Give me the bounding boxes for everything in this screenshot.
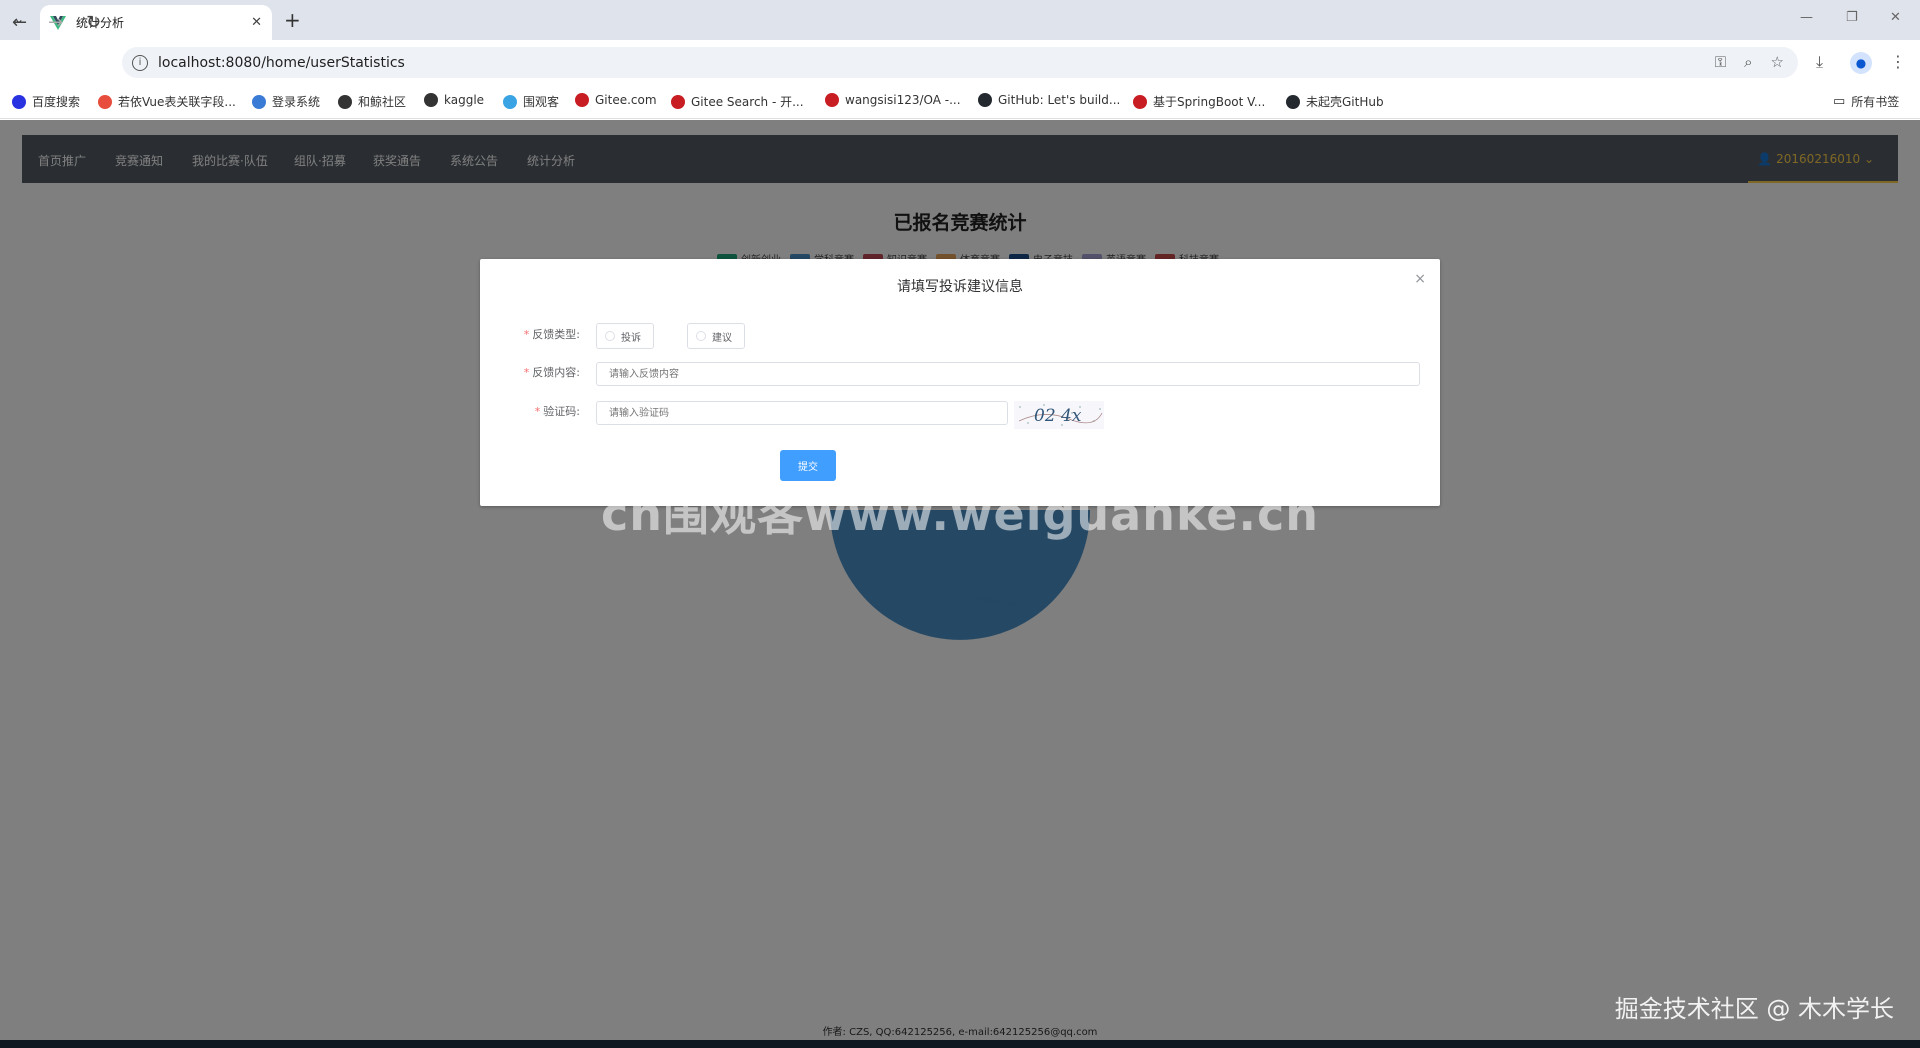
feedback-content-input[interactable] — [596, 362, 1420, 386]
dialog-close-icon[interactable]: × — [1414, 271, 1426, 287]
restore-icon[interactable]: ❐ — [1846, 10, 1858, 25]
menu-kebab-icon[interactable]: ⋮ — [1890, 52, 1906, 71]
content-label-text: 反馈内容: — [532, 366, 580, 379]
bookmark-favicon-icon — [252, 94, 266, 109]
site-info-icon[interactable]: i — [132, 54, 148, 71]
bookmark-item[interactable]: 百度搜索 — [12, 93, 80, 110]
folder-icon: ▭ — [1833, 94, 1846, 109]
download-icon[interactable]: ⤓ — [1816, 52, 1823, 72]
content-label: * 反馈内容: — [523, 366, 580, 379]
bookmark-favicon-icon — [424, 93, 438, 107]
radio-complaint[interactable]: 投诉 — [596, 323, 654, 349]
bookmark-label: 未起壳GitHub — [1306, 95, 1384, 109]
forward-icon[interactable]: → — [48, 12, 63, 33]
tab-strip: ⌄ 统计分析 ✕ + — ❐ ✕ — [0, 0, 1920, 40]
radio-circle-icon — [696, 331, 706, 341]
bookmark-label: 基于SpringBoot V... — [1153, 95, 1266, 109]
bookmark-label: Gitee Search - 开... — [691, 95, 804, 109]
captcha-label-text: 验证码: — [543, 405, 580, 418]
submit-button[interactable]: 提交 — [780, 450, 836, 481]
bookmark-favicon-icon — [575, 93, 589, 107]
feedback-dialog: 请填写投诉建议信息 × *反馈类型: 投诉 建议 *反馈内容: *验证码: 02… — [480, 259, 1440, 506]
radio-suggestion-label: 建议 — [712, 332, 732, 344]
bookmark-favicon-icon — [671, 94, 685, 109]
address-bar[interactable]: i localhost:8080/home/userStatistics ⚿ ⌕… — [122, 47, 1798, 78]
bookmark-label: kaggle — [444, 93, 485, 107]
radio-suggestion[interactable]: 建议 — [687, 323, 745, 349]
corner-watermark: 掘金技术社区 @ 木木学长 — [1614, 995, 1894, 1023]
bookmark-item[interactable]: wangsisi123/OA -... — [825, 93, 961, 107]
captcha-label: * 验证码: — [534, 405, 580, 418]
radio-complaint-label: 投诉 — [621, 332, 641, 344]
bookmark-favicon-icon — [338, 94, 352, 109]
tab-title: 统计分析 — [76, 16, 125, 30]
dialog-title: 请填写投诉建议信息 — [897, 279, 1023, 295]
captcha-text: 02 4x — [1034, 406, 1082, 426]
active-tab[interactable]: 统计分析 ✕ — [40, 5, 272, 40]
bookmark-favicon-icon — [12, 94, 26, 109]
url-text[interactable]: localhost:8080/home/userStatistics — [158, 55, 405, 71]
profile-avatar-icon[interactable]: ● — [1850, 52, 1872, 74]
bookmark-favicon-icon — [503, 94, 517, 109]
captcha-input[interactable] — [596, 401, 1008, 425]
captcha-image[interactable]: 02 4x — [1014, 401, 1104, 429]
bookmark-favicon-icon — [978, 93, 992, 107]
type-label-text: 反馈类型: — [532, 328, 580, 341]
bookmark-favicon-icon — [1133, 94, 1147, 109]
center-watermark: cn围观客www.weiguanke.cn — [600, 487, 1319, 541]
bookmark-favicon-icon — [1286, 94, 1300, 109]
bookmark-item[interactable]: 若依Vue表关联字段... — [98, 93, 236, 110]
back-icon[interactable]: ← — [12, 12, 27, 33]
window-close-icon[interactable]: ✕ — [1890, 10, 1901, 25]
bookmark-label: 和鲸社区 — [358, 95, 407, 109]
password-key-icon[interactable]: ⚿ — [1715, 53, 1726, 71]
bookmark-label: Gitee.com — [595, 93, 657, 107]
bookmark-item[interactable]: 基于SpringBoot V... — [1133, 93, 1265, 110]
reload-icon[interactable]: ↻ — [86, 12, 101, 33]
bookmark-item[interactable]: 和鲸社区 — [338, 93, 406, 110]
radio-circle-icon — [605, 331, 615, 341]
minimize-icon[interactable]: — — [1800, 10, 1813, 25]
bookmark-label: 若依Vue表关联字段... — [118, 95, 236, 109]
bookmark-favicon-icon — [98, 94, 112, 109]
bookmark-item[interactable]: GitHub: Let's build... — [978, 93, 1120, 107]
bookmark-label: 登录系统 — [272, 95, 321, 109]
bookmark-star-icon[interactable]: ☆ — [1771, 53, 1784, 71]
bookmark-item[interactable]: kaggle — [424, 93, 484, 107]
bookmark-item[interactable]: 登录系统 — [252, 93, 320, 110]
bookmark-item[interactable]: 围观客 — [503, 93, 559, 110]
bookmark-label: GitHub: Let's build... — [998, 93, 1121, 107]
tab-close-icon[interactable]: ✕ — [251, 15, 262, 30]
type-label: * 反馈类型: — [523, 328, 580, 341]
bookmark-item[interactable]: Gitee.com — [575, 93, 657, 107]
all-bookmarks[interactable]: ▭ 所有书签 — [1833, 93, 1899, 110]
new-tab-button[interactable]: + — [284, 8, 301, 32]
bookmark-item[interactable]: 未起壳GitHub — [1286, 93, 1384, 110]
bookmark-label: 围观客 — [523, 95, 560, 109]
bookmark-favicon-icon — [825, 93, 839, 107]
bookmark-label: wangsisi123/OA -... — [845, 93, 961, 107]
all-bookmarks-label: 所有书签 — [1851, 95, 1900, 109]
bookmark-item[interactable]: Gitee Search - 开... — [671, 93, 804, 110]
bookmark-label: 百度搜索 — [32, 95, 81, 109]
zoom-icon[interactable]: ⌕ — [1744, 53, 1752, 71]
